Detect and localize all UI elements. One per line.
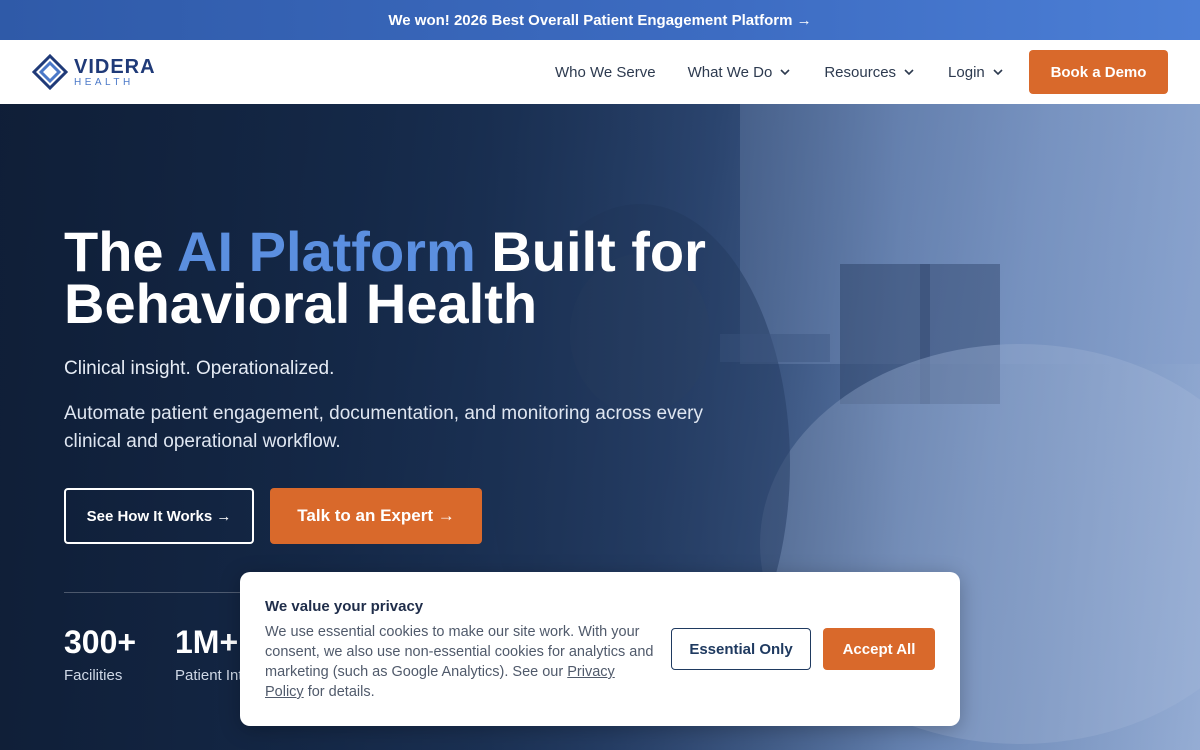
hero-description: Automate patient engagement, documentati… [64,403,703,452]
hero-title-line2: Behavioral Health [64,272,538,335]
nav-item-label: Resources [824,63,897,81]
stat-value: 1M+ [175,624,239,660]
hero-title: The AI Platform Built for Behavioral Hea… [64,224,764,332]
top-nav: VIDERA HEALTH Who We Serve What We Do Re… [0,40,1200,104]
brand-name: VIDERA [74,55,156,78]
brand-sub: HEALTH [74,76,134,88]
chevron-down-icon [780,69,790,76]
announcement-bar[interactable]: We won! 2026 Best Overall Patient Engage… [0,0,1200,40]
cookie-title: We value your privacy [265,598,424,615]
accept-all-button[interactable]: Accept All [823,628,935,670]
nav-item-label: What We Do [687,63,773,81]
stat-facilities: 300+ Facilities [64,624,136,684]
nav-item-who-we-serve[interactable]: Who We Serve [555,64,656,81]
essential-only-button[interactable]: Essential Only [671,628,811,670]
nav-item-what-we-do[interactable]: What We Do [688,64,793,81]
see-how-it-works-button[interactable]: See How It Works → [64,488,254,544]
logo-mark-icon [32,54,68,90]
stat-label: Patient Int [175,667,243,684]
chevron-down-icon [993,69,1003,76]
cookie-body-end: for details. [303,684,375,700]
nav-item-login[interactable]: Login [948,64,1005,81]
stat-value: 300+ [64,624,137,660]
cookie-body: We use essential cookies to make our sit… [265,622,657,702]
stat-patient-interactions: 1M+ Patient Int [175,624,243,684]
hero-tagline: Clinical insight. Operationalized. [64,358,335,379]
announcement-text[interactable]: We won! 2026 Best Overall Patient Engage… [388,12,811,29]
book-demo-button[interactable]: Book a Demo [1029,50,1168,94]
logo[interactable]: VIDERA HEALTH [32,54,156,90]
nav-links: Who We Serve What We Do Resources Login [555,40,1037,104]
cookie-banner: We value your privacy We use essential c… [240,572,960,726]
nav-item-label: Who We Serve [555,63,656,81]
nav-item-label: Login [948,63,985,81]
chevron-down-icon [904,69,914,76]
talk-to-expert-button[interactable]: Talk to an Expert → [270,488,482,544]
stat-label: Facilities [64,667,123,684]
nav-item-resources[interactable]: Resources [824,64,916,81]
